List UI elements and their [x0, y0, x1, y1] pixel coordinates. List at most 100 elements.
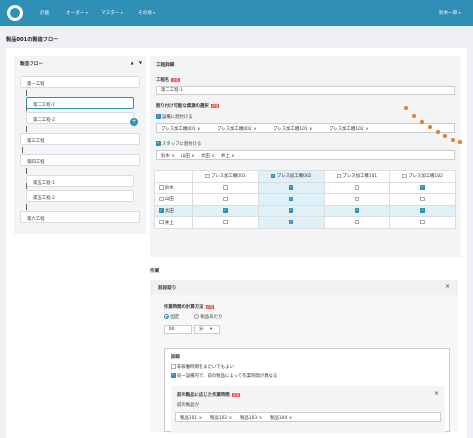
staff-tag[interactable]: 鈴木 × — [161, 153, 175, 159]
move-down-icon[interactable]: ▼ — [139, 60, 142, 65]
flow-item[interactable]: 第二工程-2 — [26, 112, 134, 124]
decoration-dot — [404, 106, 408, 110]
checkbox-checked-icon[interactable]: ✓ — [420, 208, 425, 213]
checkbox-icon[interactable] — [159, 185, 164, 190]
chevron-down-icon: ▾ — [209, 327, 213, 332]
grid-column-header[interactable]: プレス加工機101 — [323, 170, 391, 183]
checkbox-icon[interactable] — [354, 219, 360, 225]
same-equipment-checkbox[interactable]: ✓ 同一設備内で、前の製品によって作業時間が異なる — [171, 373, 277, 379]
grid-cell[interactable]: ✓ — [389, 204, 456, 218]
checkbox-icon[interactable] — [223, 185, 228, 190]
equipment-tags-input[interactable]: プレス加工機001 × プレス加工機002 × プレス加工機101 × プレス加… — [156, 123, 455, 133]
assign-equipment-checkbox[interactable]: ✓ 設備に割付ける — [156, 114, 193, 120]
checkbox-icon[interactable] — [159, 196, 164, 202]
close-icon[interactable]: × — [445, 283, 450, 290]
decoration-dot — [458, 140, 462, 144]
method-per-product-radio[interactable]: 製品あたり — [194, 314, 222, 320]
product-tag[interactable]: 製品102 × — [210, 415, 232, 421]
nav-item-order[interactable]: オーダー ▾ — [66, 10, 88, 16]
flow-item[interactable]: 第一工程 — [20, 76, 140, 88]
nonworking-checkbox[interactable]: 非稼働時間をまたいでもよい — [171, 364, 234, 370]
flow-item[interactable]: 第二工程-1 — [26, 97, 134, 109]
grid-cell[interactable] — [323, 216, 391, 229]
checkbox-checked-icon[interactable]: ✓ — [288, 185, 294, 190]
grid-row-header[interactable]: 鈴木 — [154, 181, 193, 195]
grid-cell[interactable]: ✓ — [257, 193, 325, 206]
checkbox-icon[interactable] — [354, 196, 360, 202]
checkbox-checked-icon[interactable]: ✓ — [288, 196, 294, 202]
checkbox-icon[interactable] — [223, 196, 228, 202]
nav-item-plan[interactable]: 計画 — [40, 10, 49, 16]
flow-item[interactable]: 第三工程 — [20, 133, 140, 145]
flow-item[interactable]: 第六工程 — [20, 211, 140, 223]
prev-product-label: 前の製品が — [177, 403, 199, 408]
grid-cell[interactable]: ✓ — [257, 216, 325, 229]
staff-tag[interactable]: 山田 × — [181, 153, 195, 159]
top-nav: 計画 オーダー ▾ マスター ▾ その他 ▾ 鈴木一郎 ▾ — [0, 0, 473, 26]
grid-cell[interactable] — [323, 193, 391, 206]
grid-cell[interactable] — [192, 216, 259, 229]
product-tag[interactable]: 製品103 × — [240, 415, 262, 421]
nav-item-other[interactable]: その他 ▾ — [138, 10, 155, 16]
nav-item-master[interactable]: マスター ▾ — [101, 10, 123, 16]
grid-row-header[interactable]: 井上 — [154, 216, 193, 229]
close-icon[interactable]: × — [434, 390, 439, 397]
grid-cell[interactable]: ✓ — [192, 204, 259, 218]
grid-cell[interactable] — [389, 193, 456, 206]
flow-item[interactable]: 第四工程 — [20, 154, 140, 166]
flow-connector — [26, 90, 27, 96]
grid-row-header[interactable]: ✓ 太田 — [154, 204, 193, 218]
grid-cell[interactable] — [323, 181, 391, 195]
checkbox-checked-icon[interactable]: ✓ — [159, 208, 164, 213]
unit-select[interactable]: 分 ▾ — [194, 325, 220, 334]
checkbox-icon[interactable] — [354, 185, 360, 190]
user-menu[interactable]: 鈴木一郎 ▾ — [439, 10, 461, 16]
add-step-button[interactable]: + — [130, 118, 138, 126]
grid-column-header[interactable]: プレス加工機102 — [389, 170, 456, 183]
flow-item[interactable]: 第五工程-2 — [26, 190, 134, 202]
process-name-input[interactable]: 第二工程-1 — [156, 86, 455, 95]
staff-tag[interactable]: 太田 × — [201, 153, 215, 159]
grid-cell[interactable] — [192, 193, 259, 206]
product-tag[interactable]: 製品101 × — [180, 415, 202, 421]
checkbox-checked-icon[interactable]: ✓ — [288, 208, 294, 213]
flow-item-label: 第五工程-1 — [33, 180, 55, 186]
checkbox-icon[interactable] — [205, 173, 210, 179]
move-up-icon[interactable]: ▲ — [131, 60, 134, 65]
checkbox-icon[interactable] — [336, 173, 342, 179]
staff-tags-input[interactable]: 鈴木 × 山田 × 太田 × 井上 × — [156, 150, 455, 160]
equipment-tag[interactable]: プレス加工機002 × — [217, 126, 257, 132]
equipment-tag[interactable]: プレス加工機102 × — [329, 126, 369, 132]
checkbox-icon[interactable] — [223, 219, 228, 225]
grid-cell[interactable]: ✓ — [323, 204, 391, 218]
grid-cell[interactable]: ✓ — [389, 181, 456, 195]
staff-tag[interactable]: 井上 × — [221, 153, 235, 159]
method-fixed-radio[interactable]: 固定 — [164, 314, 179, 320]
grid-column-header[interactable]: ✓ プレス加工機002 — [257, 170, 325, 183]
checkbox-icon[interactable] — [402, 173, 407, 179]
time-input[interactable]: 60 — [164, 325, 192, 334]
checkbox-icon[interactable] — [420, 196, 425, 202]
assign-staff-checkbox[interactable]: ✓ スタッフに割付ける — [156, 141, 201, 147]
grid-column-header[interactable]: プレス加工機001 — [192, 170, 259, 183]
checkbox-checked-icon[interactable]: ✓ — [420, 185, 425, 190]
equipment-tag[interactable]: プレス加工機001 × — [161, 126, 201, 132]
product-tags-input[interactable]: 製品101 × 製品102 × 製品103 × 製品104 × — [175, 412, 441, 422]
grid-cell[interactable]: ✓ — [257, 181, 325, 195]
checkbox-checked-icon[interactable]: ✓ — [223, 208, 228, 213]
checkbox-checked-icon[interactable]: ✓ — [270, 173, 276, 179]
checkbox-checked-icon[interactable]: ✓ — [288, 219, 294, 225]
checkbox-checked-icon[interactable]: ✓ — [354, 208, 360, 213]
app-logo[interactable] — [7, 5, 23, 21]
grid-cell[interactable]: ✓ — [257, 204, 325, 218]
radio-selected-icon — [164, 314, 169, 319]
grid-cell[interactable] — [192, 181, 259, 195]
checkbox-icon[interactable] — [420, 219, 425, 225]
equipment-tag[interactable]: プレス加工機101 × — [273, 126, 313, 132]
grid-row-header[interactable]: 山田 — [154, 193, 193, 206]
grid-cell[interactable] — [389, 216, 456, 229]
flow-item[interactable]: 第五工程-1 — [26, 175, 134, 187]
product-tag[interactable]: 製品104 × — [270, 415, 292, 421]
grid-row-label: 鈴木 — [164, 185, 174, 191]
checkbox-icon[interactable] — [159, 219, 164, 225]
